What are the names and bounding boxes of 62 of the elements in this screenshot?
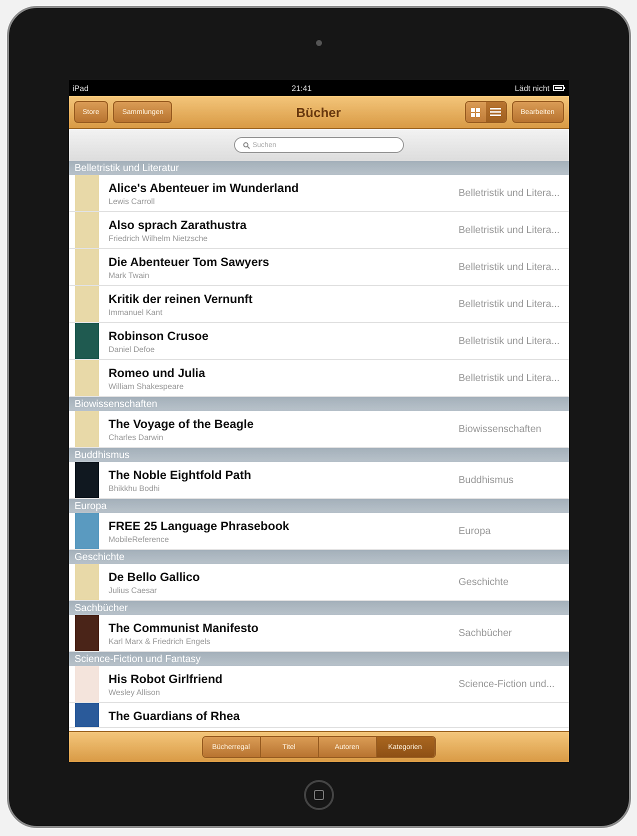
section-header: Biowissenschaften [68, 397, 568, 411]
book-category: Geschichte [458, 576, 509, 588]
book-author: Wesley Allison [108, 688, 161, 696]
book-title: The Communist Manifesto [108, 620, 260, 634]
section-header: Europa [68, 499, 568, 513]
book-title: Die Abenteuer Tom Sawyers [108, 254, 270, 268]
battery-status: Lädt nicht [514, 84, 550, 92]
book-row[interactable]: His Robot Girlfriend Wesley Allison Science-Fiction und... [68, 666, 568, 703]
book-row[interactable]: Alice's Abenteuer im Wunderland Lewis Carroll Belletristik und Litera... [68, 175, 568, 212]
book-title: Romeo und Julia [108, 366, 206, 380]
book-author: Mark Twain [108, 270, 150, 280]
book-title: The Noble Eightfold Path [108, 468, 252, 482]
page-title: Bücher [295, 104, 342, 120]
book-title: Kritik der reinen Vernunft [108, 292, 254, 306]
section-header: Belletristik und Literatur [68, 161, 568, 175]
book-category: Sachbücher [458, 628, 512, 638]
book-author: Julius Caesar [108, 586, 158, 594]
book-category: Belletristik und Litera... [458, 372, 560, 384]
book-author: Friedrich Wilhelm Nietzsche [108, 234, 209, 242]
book-category: Belletristik und Litera... [458, 262, 560, 272]
book-category: Belletristik und Litera... [458, 188, 560, 198]
section-header: Buddhismus [68, 448, 568, 462]
book-author: Daniel Defoe [108, 344, 156, 354]
book-author: MobileReference [108, 534, 170, 544]
book-title: De Bello Gallico [108, 570, 201, 584]
book-category: Europa [458, 526, 491, 536]
battery-icon [552, 85, 564, 91]
book-category: Biowissenschaften [458, 424, 542, 434]
book-category: Belletristik und Litera... [458, 224, 560, 236]
book-title: His Robot Girlfriend [108, 672, 224, 686]
book-title: Robinson Crusoe [108, 328, 210, 342]
section-header: Geschichte [68, 550, 568, 564]
book-author: William Shakespeare [108, 382, 185, 390]
section-header: Sachbücher [68, 601, 568, 615]
list-view-button[interactable] [486, 102, 506, 122]
home-button[interactable] [304, 780, 334, 810]
book-row[interactable]: Robinson Crusoe Daniel Defoe Belletristik und Litera... [68, 323, 568, 360]
book-title: Also sprach Zarathustra [108, 218, 248, 232]
book-author: Lewis Carroll [108, 196, 156, 206]
book-title: FREE 25 Language Phrasebook [108, 518, 290, 532]
book-category: Buddhismus [458, 474, 514, 486]
book-title: The Voyage of the Beagle [108, 416, 255, 430]
book-row[interactable]: Kritik der reinen Vernunft Immanuel Kant Belletristik und Litera... [68, 286, 568, 323]
book-title: Alice's Abenteuer im Wunderland [108, 180, 300, 194]
list-icon [490, 108, 502, 116]
device-name: iPad [72, 84, 89, 92]
book-category: Science-Fiction und... [458, 678, 555, 690]
search-icon [242, 142, 250, 148]
grid-icon [471, 108, 480, 116]
book-author: Charles Darwin [108, 432, 164, 442]
grid-view-button[interactable] [466, 102, 486, 122]
book-category: Belletristik und Litera... [458, 298, 560, 310]
book-author: Immanuel Kant [108, 308, 164, 316]
camera-icon [316, 40, 322, 46]
book-author: Karl Marx & Friedrich Engels [108, 636, 212, 646]
clock: 21:41 [292, 84, 312, 92]
book-category: Belletristik und Litera... [458, 336, 560, 346]
section-header: Science-Fiction und Fantasy [68, 652, 568, 666]
book-row[interactable]: Also sprach Zarathustra Friedrich Wilhelm Nietzsche Belletristik und Litera... [68, 212, 568, 249]
book-row[interactable]: Die Abenteuer Tom Sawyers Mark Twain Belletristik und Litera... [68, 249, 568, 286]
book-author: Bhikkhu Bodhi [108, 484, 161, 492]
book-title: The Guardians of Rhea [108, 709, 241, 723]
